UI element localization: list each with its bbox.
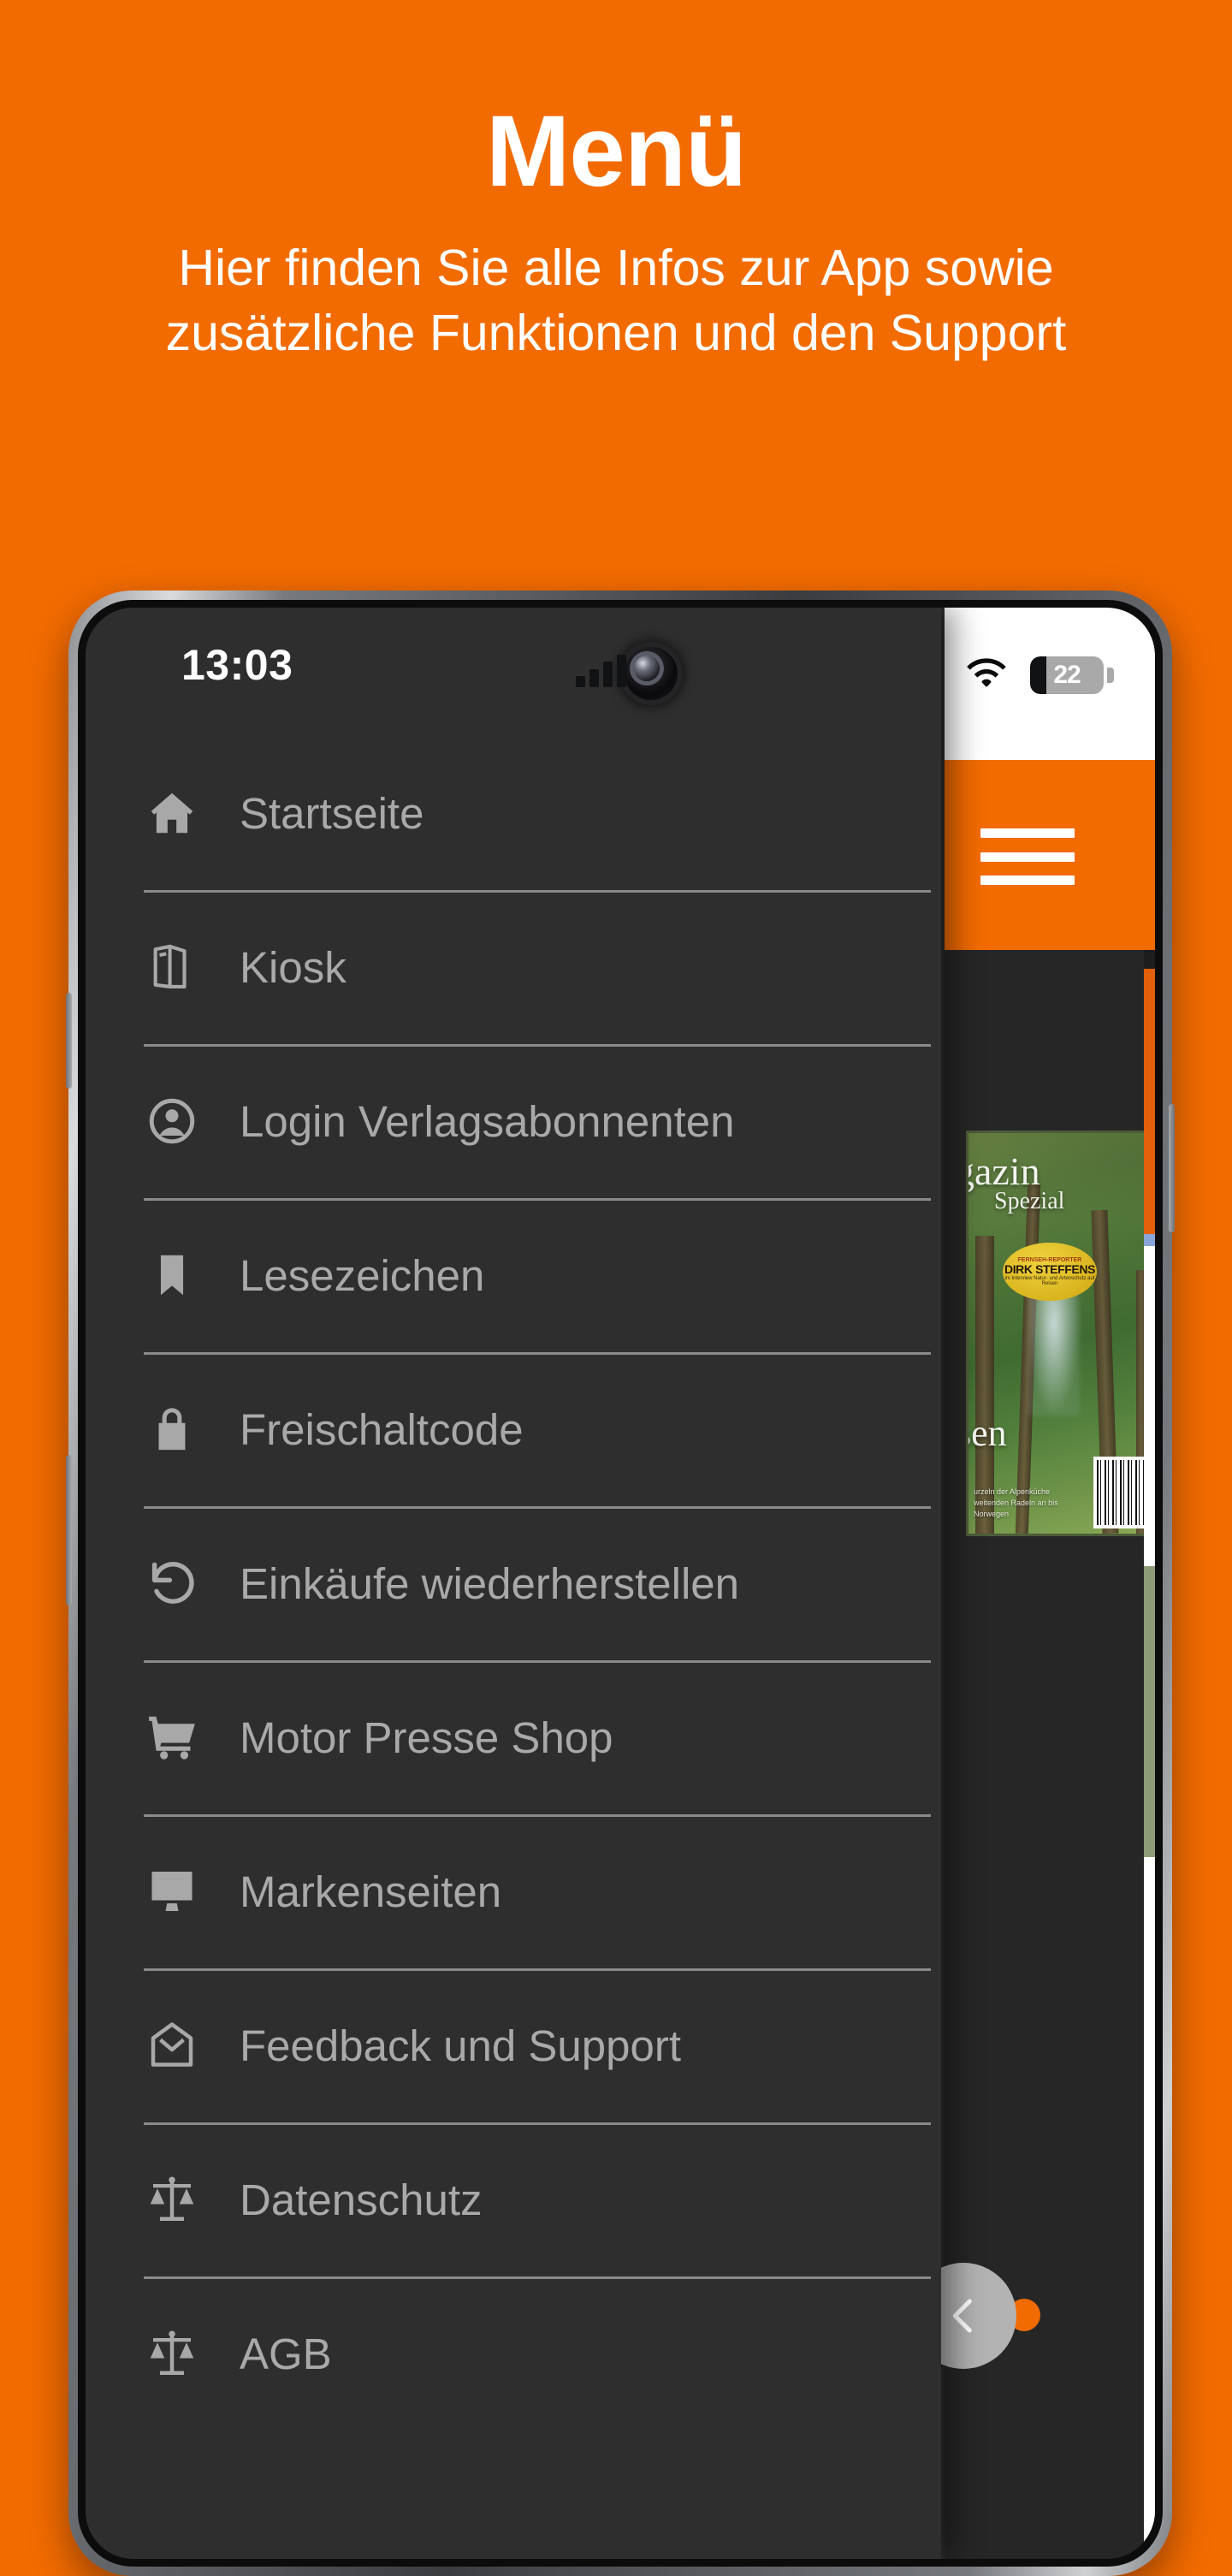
desktop-monitor-icon: [144, 1863, 200, 1920]
battery-icon: 22: [1030, 656, 1104, 694]
signal-bar: [589, 669, 599, 687]
signal-bar: [617, 655, 626, 687]
shopping-cart-icon: [144, 1709, 200, 1766]
menu-item-motor-presse-shop[interactable]: Motor Presse Shop: [86, 1660, 941, 1814]
book-open-icon: [144, 939, 200, 995]
magazine-subtitle: Spezial: [994, 1188, 1065, 1214]
menu-item-startseite[interactable]: Startseite: [86, 736, 941, 890]
bookmark-icon: [144, 1247, 200, 1303]
wifi-icon: [965, 656, 1008, 690]
menu-item-label: Startseite: [240, 788, 424, 838]
page-subtitle: Hier finden Sie alle Infos zur App sowie…: [165, 240, 1067, 361]
menu-item-feedback-und-support[interactable]: Feedback und Support: [86, 1968, 941, 2122]
menu-item-datenschutz[interactable]: Datenschutz: [86, 2122, 941, 2276]
status-sheet: 22: [945, 608, 1155, 760]
cellular-signal-icon: [576, 655, 626, 687]
restore-icon: [144, 1555, 200, 1611]
hamburger-line: [980, 875, 1075, 885]
signal-bar: [576, 676, 585, 687]
menu-item-label: Feedback und Support: [240, 2021, 682, 2070]
barcode-icon: [1093, 1457, 1148, 1528]
phone-screen: gazin Spezial FERNSEH-REPORTER DIRK STEF…: [86, 608, 1155, 2559]
menu-item-label: Freischaltcode: [240, 1404, 524, 1454]
phone-volume-down-button: [66, 1455, 72, 1606]
envelope-icon: [144, 2017, 200, 2074]
menu-item-label: Lesezeichen: [240, 1250, 485, 1300]
menu-item-label: Datenschutz: [240, 2175, 483, 2224]
phone-mockup: gazin Spezial FERNSEH-REPORTER DIRK STEF…: [66, 591, 1175, 2576]
front-camera-icon: [625, 647, 678, 700]
menu-item-lesezeichen[interactable]: Lesezeichen: [86, 1198, 941, 1352]
magazine-title: gazin: [968, 1149, 1040, 1193]
magazine-footer-lines: urzeln der Alpenküche weitenden Radeln a…: [974, 1487, 1058, 1518]
chevron-left-icon: [939, 2291, 988, 2341]
badge-name: DIRK STEFFENS: [1004, 1262, 1096, 1277]
status-bar: 13:03: [86, 608, 941, 736]
menu-item-kiosk[interactable]: Kiosk: [86, 890, 941, 1044]
drawer-menu-list: Startseite Kiosk Login Verlagsabonnenten…: [86, 736, 941, 2431]
lock-icon: [144, 1401, 200, 1457]
hamburger-line: [980, 828, 1075, 838]
menu-item-label: Einkäufe wiederherstellen: [240, 1558, 740, 1608]
menu-item-label: Motor Presse Shop: [240, 1712, 613, 1762]
page-title: Menü: [485, 95, 747, 208]
battery-tip: [1107, 668, 1114, 683]
magazine-headline-fragment: sen: [968, 1412, 1007, 1454]
menu-item-login-verlagsabonnenten[interactable]: Login Verlagsabonnenten: [86, 1044, 941, 1198]
balance-scale-icon: [144, 2325, 200, 2382]
phone-volume-up-button: [66, 993, 72, 1089]
magazine-cover[interactable]: gazin Spezial FERNSEH-REPORTER DIRK STEF…: [968, 1133, 1152, 1534]
menu-item-label: Kiosk: [240, 942, 346, 992]
phone-power-button: [1169, 1104, 1175, 1232]
menu-item-markenseiten[interactable]: Markenseiten: [86, 1814, 941, 1968]
menu-item-agb[interactable]: AGB: [86, 2276, 941, 2431]
balance-scale-icon: [144, 2171, 200, 2228]
navigation-drawer: 13:03 Startseite Kiosk Login Verlagsabon…: [86, 608, 941, 2559]
menu-item-label: Markenseiten: [240, 1867, 502, 1916]
badge-subtext: im Interview Natur- und Artenschutz auf …: [1004, 1275, 1095, 1287]
home-icon: [144, 785, 200, 841]
hamburger-line: [980, 852, 1075, 862]
signal-bar: [603, 662, 613, 687]
account-circle-icon: [144, 1093, 200, 1149]
status-clock: 13:03: [181, 641, 293, 689]
next-page-edge: [1144, 950, 1155, 2559]
promo-header: Menü Hier finden Sie alle Infos zur App …: [0, 0, 1232, 365]
battery-percent-label: 22: [1053, 661, 1081, 689]
phone-bezel: gazin Spezial FERNSEH-REPORTER DIRK STEF…: [78, 600, 1163, 2567]
menu-item-einkaeufe-wiederherstellen[interactable]: Einkäufe wiederherstellen: [86, 1506, 941, 1660]
menu-item-label: Login Verlagsabonnenten: [240, 1096, 735, 1146]
hamburger-menu-icon[interactable]: [980, 828, 1075, 885]
app-bar: [945, 760, 1155, 950]
menu-item-label: AGB: [240, 2329, 332, 2378]
menu-item-freischaltcode[interactable]: Freischaltcode: [86, 1352, 941, 1506]
magazine-cover-badge: FERNSEH-REPORTER DIRK STEFFENS im Interv…: [1003, 1243, 1097, 1301]
